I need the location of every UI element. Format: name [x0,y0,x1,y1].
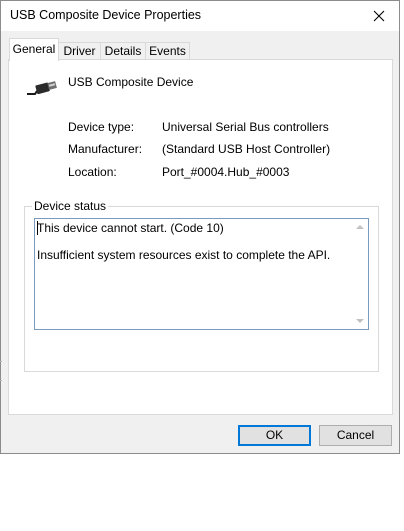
scroll-up-icon[interactable] [356,225,364,229]
status-message: This device cannot start. (Code 10) [37,221,224,235]
general-tab-panel: USB Composite Device Device type: Univer… [8,59,393,415]
tab-events[interactable]: Events [145,42,190,59]
manufacturer-value: (Standard USB Host Controller) [162,142,331,156]
tab-driver[interactable]: Driver [58,42,101,59]
ok-button[interactable]: OK [238,425,311,446]
background-edge-mark [0,361,2,362]
usb-connector-icon [27,81,57,95]
cancel-button[interactable]: Cancel [319,425,392,446]
properties-dialog: USB Composite Device Properties General … [0,0,400,454]
device-type-value: Universal Serial Bus controllers [162,120,329,134]
close-icon [373,10,385,22]
close-button[interactable] [365,3,393,29]
background-edge-mark [0,380,2,381]
device-name: USB Composite Device [68,75,194,89]
text-caret [37,221,38,235]
status-scrollbar[interactable] [352,219,368,329]
tab-details[interactable]: Details [100,42,146,59]
scroll-down-icon[interactable] [356,319,364,323]
location-value: Port_#0004.Hub_#0003 [162,165,290,179]
manufacturer-label: Manufacturer: [68,142,143,156]
device-status-group: Device status This device cannot start. … [24,199,379,372]
device-status-textbox[interactable]: This device cannot start. (Code 10) Insu… [34,218,369,330]
device-type-label: Device type: [68,120,135,134]
title-bar[interactable]: USB Composite Device Properties [1,1,399,31]
status-detail: Insufficient system resources exist to c… [37,248,331,262]
dialog-title: USB Composite Device Properties [10,8,202,22]
tab-general[interactable]: General [9,38,59,61]
location-label: Location: [68,165,117,179]
device-status-legend: Device status [32,199,109,213]
